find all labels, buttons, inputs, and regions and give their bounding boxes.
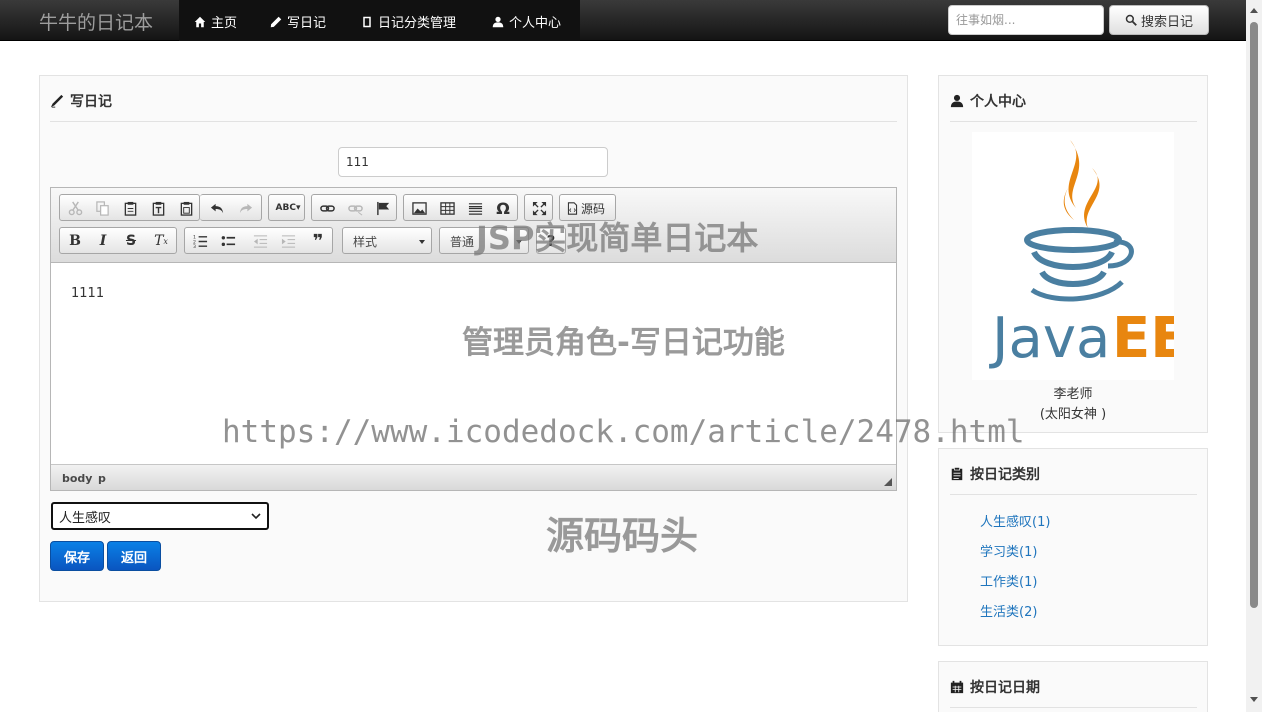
remove-format-icon[interactable]: Tx [152, 232, 170, 250]
style-combo-label: 样式 [353, 235, 378, 249]
undo-icon[interactable] [208, 199, 226, 217]
clipboard-icon [951, 467, 963, 481]
clipboard-group [59, 194, 200, 221]
outdent-icon[interactable] [251, 232, 269, 250]
divider [950, 707, 1197, 708]
write-diary-title: 写日记 [70, 94, 112, 110]
search-button-label: 搜索日记 [1140, 14, 1193, 30]
image-icon[interactable] [410, 199, 428, 217]
paste-word-icon[interactable] [177, 199, 195, 217]
category-title: 按日记类别 [970, 467, 1040, 483]
cut-icon[interactable] [66, 199, 84, 217]
diary-category-select[interactable]: 人生感叹 [51, 502, 269, 530]
italic-icon[interactable]: I [94, 232, 112, 250]
brand-title[interactable]: 牛牛的日记本 [39, 8, 153, 35]
numbered-list-icon[interactable]: 123 [191, 232, 209, 250]
nav-home-label: 主页 [211, 16, 238, 31]
nav-write-diary-label: 写日记 [287, 16, 327, 31]
watermark-title: JSP实现简单日记本 [476, 219, 759, 257]
date-heading: 按日记日期 [950, 677, 1040, 697]
calendar-icon [950, 680, 964, 694]
category-link[interactable]: 生活类(2) [980, 601, 1037, 620]
book-icon [363, 16, 371, 27]
write-diary-heading: 写日记 [50, 91, 112, 111]
paste-text-icon[interactable] [149, 199, 167, 217]
resize-handle[interactable] [884, 478, 892, 486]
user-icon [950, 94, 964, 108]
indent-icon[interactable] [279, 232, 297, 250]
watermark-subtitle: 管理员角色-写日记功能 [462, 325, 785, 361]
basic-styles-group: B I S Tx [59, 227, 177, 254]
back-button[interactable]: 返回 [107, 541, 161, 571]
category-select-value: 人生感叹 [59, 510, 112, 526]
watermark-source: 源码码头 [546, 514, 699, 558]
editor-content-area[interactable]: 1111 [71, 286, 104, 301]
category-heading: 按日记类别 [950, 464, 1040, 484]
editor-toolbar: ABC▾ Ω 源码 B I S T x 1 2 3 ❞ 样式 普通 ? [51, 188, 896, 263]
redo-icon[interactable] [236, 199, 254, 217]
category-link[interactable]: 人生感叹(1) [980, 511, 1050, 530]
scroll-thumb[interactable] [1250, 22, 1258, 608]
editor-statusbar: body p [51, 464, 896, 490]
home-icon [194, 16, 206, 27]
svg-text:3: 3 [193, 244, 196, 249]
blockquote-icon[interactable]: ❞ [309, 231, 327, 252]
undo-group [200, 194, 262, 221]
style-combo[interactable]: 样式 [342, 227, 432, 254]
strikethrough-icon[interactable]: S [122, 232, 140, 250]
spellcheck-icon[interactable]: ABC▾ [275, 199, 301, 217]
chevron-down-icon [251, 513, 261, 520]
format-combo-label: 普通 [450, 235, 475, 249]
page-scrollbar[interactable] [1246, 0, 1262, 712]
diary-title-input[interactable] [338, 147, 608, 177]
category-link[interactable]: 工作类(1) [980, 571, 1037, 590]
profile-heading: 个人中心 [950, 91, 1026, 111]
watermark-url: https://www.icodedock.com/article/2478.h… [222, 414, 1025, 450]
profile-title: 个人中心 [970, 94, 1026, 110]
spellcheck-group: ABC▾ [268, 194, 305, 221]
svg-text:Java: Java [989, 306, 1110, 371]
link-group [311, 194, 397, 221]
chevron-down-icon [419, 240, 425, 244]
pencil-icon [270, 16, 282, 27]
category-link[interactable]: 学习类(1) [980, 541, 1037, 560]
path-body[interactable]: body [62, 472, 92, 485]
bold-icon[interactable]: B [66, 232, 84, 250]
nav-category-manage-label: 日记分类管理 [378, 16, 457, 31]
nav-personal-center-label: 个人中心 [509, 16, 562, 31]
bulleted-list-icon[interactable] [219, 232, 237, 250]
copy-icon[interactable] [93, 199, 111, 217]
nav-home[interactable]: 主页 [194, 12, 237, 31]
unlink-icon[interactable] [346, 199, 364, 217]
search-button[interactable]: 搜索日记 [1109, 5, 1209, 35]
search-input[interactable] [948, 5, 1104, 35]
search-icon [1125, 14, 1137, 26]
scroll-down-arrow[interactable] [1250, 697, 1258, 702]
top-navbar: 牛牛的日记本 主页 写日记 日记分类管理 个人中心 搜索日记 [0, 0, 1246, 41]
divider [50, 121, 897, 122]
divider [950, 494, 1197, 495]
table-icon[interactable] [438, 199, 456, 217]
user-name: 李老师 [1053, 387, 1093, 402]
nav-personal-center[interactable]: 个人中心 [492, 12, 561, 31]
scroll-up-arrow[interactable] [1250, 8, 1258, 13]
nav-write-diary[interactable]: 写日记 [270, 12, 326, 31]
anchor-flag-icon[interactable] [374, 199, 392, 217]
save-button[interactable]: 保存 [50, 541, 104, 571]
path-p[interactable]: p [98, 472, 106, 485]
nav-category-manage[interactable]: 日记分类管理 [361, 12, 456, 31]
user-icon [492, 16, 504, 27]
editor-text: 1111 [71, 286, 105, 301]
java-ee-logo: Java EE [989, 140, 1189, 371]
pencil-icon [50, 94, 64, 108]
date-title: 按日记日期 [970, 680, 1040, 696]
divider [950, 121, 1197, 122]
paste-icon[interactable] [121, 199, 139, 217]
svg-text:EE: EE [1112, 306, 1174, 371]
list-indent-group: 123 ❞ [184, 227, 333, 254]
avatar: Java EE [972, 132, 1189, 380]
link-icon[interactable] [318, 199, 336, 217]
